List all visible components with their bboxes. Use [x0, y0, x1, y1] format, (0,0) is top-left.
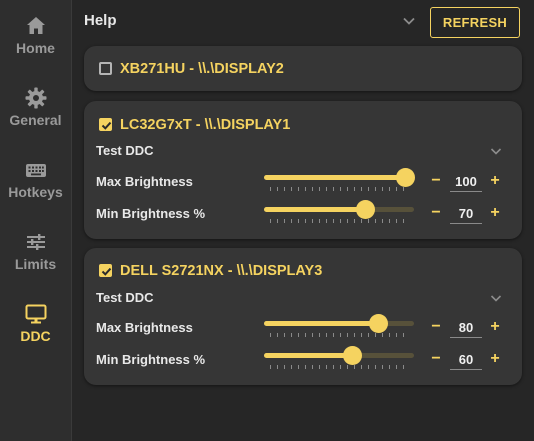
slider-fill — [264, 175, 405, 180]
slider-thumb[interactable] — [356, 200, 375, 219]
gear-icon — [25, 87, 46, 109]
slider-ticks — [270, 219, 408, 223]
chevron-down-icon[interactable] — [488, 290, 504, 306]
slider-ticks — [270, 333, 408, 337]
monitor-checkbox[interactable] — [99, 62, 112, 75]
increment-button[interactable]: + — [488, 319, 502, 335]
sidebar-item-hotkeys[interactable]: Hotkeys — [0, 158, 71, 218]
sidebar-item-label: Home — [16, 40, 55, 56]
slider-thumb[interactable] — [369, 314, 388, 333]
sidebar-item-label: Limits — [14, 256, 57, 272]
min-brightness-label: Min Brightness % — [96, 206, 206, 221]
slider-fill — [264, 353, 352, 358]
check-icon — [101, 267, 112, 276]
monitor-card: LC32G7xT - \\.\DISPLAY1 Test DDC Max Bri… — [84, 101, 522, 239]
refresh-button[interactable]: REFRESH — [430, 7, 520, 38]
chevron-down-icon[interactable] — [400, 12, 418, 30]
sliders-icon — [26, 234, 45, 250]
monitor-title: XB271HU - \\.\DISPLAY2 — [120, 61, 284, 77]
monitor-icon — [25, 304, 46, 324]
min-brightness-value[interactable]: 70 — [450, 206, 482, 224]
sidebar-item-general[interactable]: General — [0, 86, 71, 146]
increment-button[interactable]: + — [488, 351, 502, 367]
sidebar-item-label: General — [9, 112, 62, 128]
min-brightness-value[interactable]: 60 — [450, 352, 482, 370]
max-brightness-value[interactable]: 80 — [450, 320, 482, 338]
slider-fill — [264, 321, 378, 326]
slider-fill — [264, 207, 365, 212]
help-label[interactable]: Help — [84, 12, 117, 29]
slider-thumb[interactable] — [343, 346, 362, 365]
max-brightness-value[interactable]: 100 — [450, 174, 482, 192]
min-brightness-slider[interactable] — [264, 346, 414, 376]
sidebar-item-limits[interactable]: Limits — [0, 230, 71, 290]
decrement-button[interactable]: − — [429, 205, 443, 221]
slider-thumb[interactable] — [396, 168, 415, 187]
main-panel: Help REFRESH XB271HU - \\.\DISPLAY2 LC32… — [72, 0, 534, 441]
min-brightness-label: Min Brightness % — [96, 352, 206, 367]
max-brightness-slider[interactable] — [264, 168, 415, 198]
home-icon — [26, 17, 45, 34]
sidebar: Home General Hotkeys Limits DDC — [0, 0, 72, 441]
chevron-down-icon[interactable] — [488, 143, 504, 159]
sidebar-item-ddc[interactable]: DDC — [0, 302, 71, 362]
sidebar-item-label: Hotkeys — [8, 184, 63, 200]
check-icon — [101, 121, 112, 130]
monitor-checkbox[interactable] — [99, 264, 112, 277]
test-ddc-label[interactable]: Test DDC — [96, 290, 154, 305]
decrement-button[interactable]: − — [429, 351, 443, 367]
min-brightness-slider[interactable] — [264, 200, 414, 230]
max-brightness-label: Max Brightness — [96, 174, 193, 189]
monitor-title: LC32G7xT - \\.\DISPLAY1 — [120, 117, 291, 133]
increment-button[interactable]: + — [488, 205, 502, 221]
decrement-button[interactable]: − — [429, 173, 443, 189]
max-brightness-slider[interactable] — [264, 314, 414, 344]
decrement-button[interactable]: − — [429, 319, 443, 335]
keyboard-icon — [25, 164, 46, 177]
monitor-title: DELL S2721NX - \\.\DISPLAY3 — [120, 263, 323, 279]
max-brightness-label: Max Brightness — [96, 320, 193, 335]
increment-button[interactable]: + — [488, 173, 502, 189]
slider-ticks — [270, 187, 408, 191]
sidebar-item-home[interactable]: Home — [0, 14, 71, 74]
slider-ticks — [270, 365, 408, 369]
monitor-checkbox[interactable] — [99, 118, 112, 131]
monitor-card: DELL S2721NX - \\.\DISPLAY3 Test DDC Max… — [84, 248, 522, 385]
monitor-card: XB271HU - \\.\DISPLAY2 — [84, 46, 522, 91]
sidebar-item-label: DDC — [20, 328, 51, 344]
test-ddc-label[interactable]: Test DDC — [96, 143, 154, 158]
